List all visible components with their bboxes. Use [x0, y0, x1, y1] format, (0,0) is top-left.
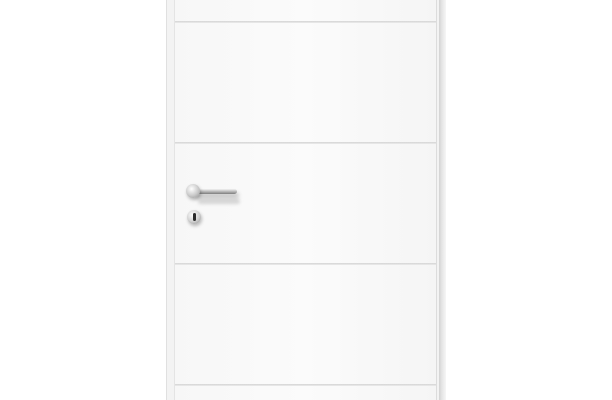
keyhole-icon [193, 213, 196, 221]
door-photo [0, 0, 612, 400]
door-groove [175, 263, 436, 265]
door-groove [175, 21, 436, 23]
handle-shadow [198, 199, 240, 204]
handle-rose-icon [186, 184, 200, 198]
door-groove [175, 142, 436, 144]
door-groove [175, 384, 436, 386]
